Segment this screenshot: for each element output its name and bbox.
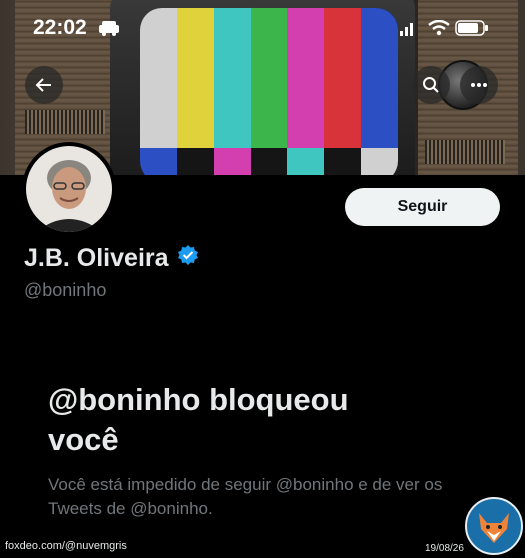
profile-name: J.B. Oliveira <box>24 244 169 272</box>
battery-icon <box>455 20 489 41</box>
profile-name-row: J.B. Oliveira <box>24 244 199 273</box>
more-options-button[interactable] <box>460 66 498 104</box>
blocked-description: Você está impedido de seguir @boninho e … <box>48 475 443 518</box>
search-button[interactable] <box>412 66 450 104</box>
watermark-text: foxdeo.com/@nuvemgris <box>5 540 127 552</box>
signal-icon <box>400 22 414 41</box>
more-icon <box>471 83 487 87</box>
back-button[interactable] <box>25 66 63 104</box>
blocked-title-line: @boninho bloqueou <box>48 382 349 417</box>
avatar[interactable] <box>22 142 116 236</box>
banner-tv-screen <box>140 8 398 175</box>
verified-badge-icon <box>177 244 199 273</box>
blocked-title: @boninho bloqueou você <box>48 380 488 460</box>
follow-button[interactable]: Seguir <box>345 188 500 226</box>
status-time: 22:02 <box>33 16 87 39</box>
profile-handle: @boninho <box>24 280 107 300</box>
drive-mode-icon <box>98 20 120 41</box>
search-icon <box>423 77 439 93</box>
watermark-date: 19/08/26 <box>425 543 464 554</box>
blocked-title-line: você <box>48 422 119 457</box>
arrow-left-icon <box>35 78 51 92</box>
fox-logo-icon <box>465 497 523 555</box>
banner-speaker-grille <box>425 140 505 164</box>
wifi-icon <box>428 19 450 41</box>
banner-speaker-grille <box>25 110 105 134</box>
